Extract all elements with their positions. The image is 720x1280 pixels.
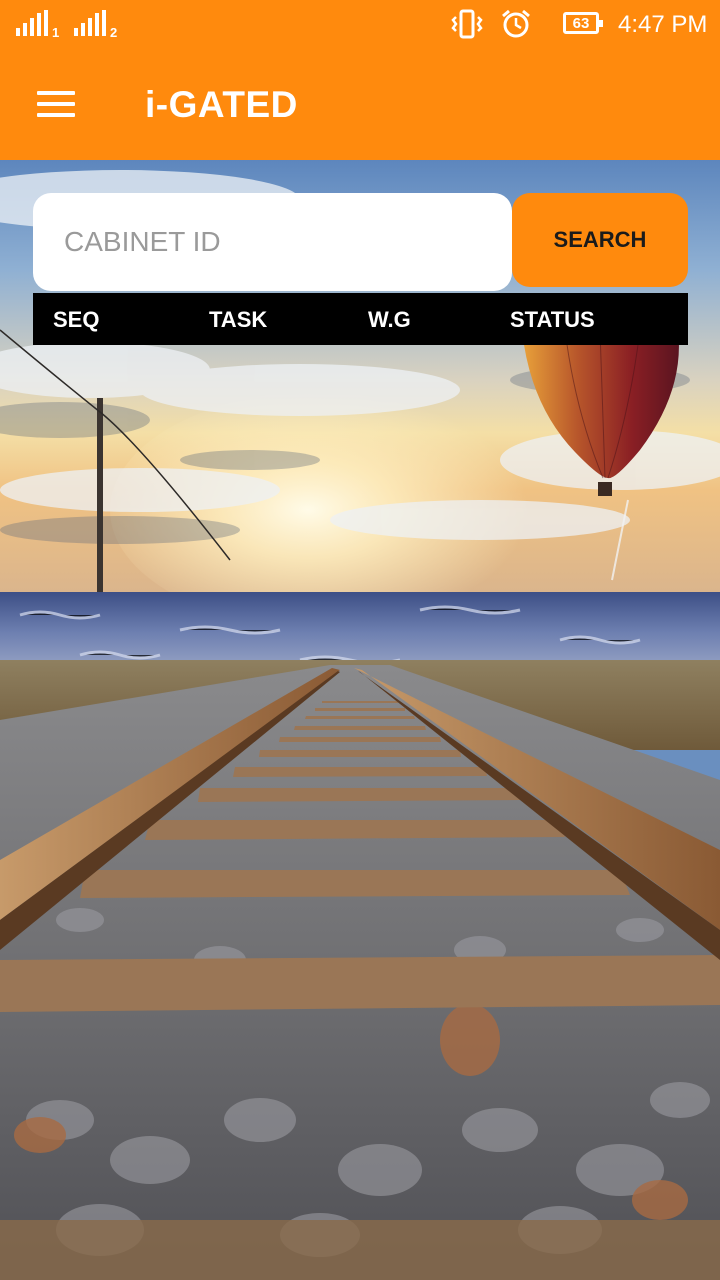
column-header-status: STATUS [510, 307, 595, 332]
status-time: 4:47 PM [618, 11, 708, 38]
battery-level: 63 [572, 14, 590, 32]
hamburger-menu-icon[interactable] [24, 78, 88, 130]
signal-sim2-icon: 2 [74, 10, 117, 40]
column-header-wg: W.G [368, 307, 411, 332]
signal-sim1-icon: 1 [16, 10, 59, 40]
column-header-seq: SEQ [53, 307, 100, 332]
alarm-icon [502, 9, 530, 38]
column-header-task: TASK [209, 307, 268, 332]
status-bar: 1 2 63 4:47 PM [0, 0, 720, 48]
sim1-label: 1 [52, 25, 60, 40]
vibrate-icon [451, 9, 483, 39]
table-header: SEQ TASK W.G STATUS [33, 293, 688, 345]
app-title: i-GATED [145, 84, 298, 125]
cabinet-id-input[interactable] [33, 193, 512, 291]
battery-icon: 63 [563, 12, 603, 34]
app-screen: 1 2 63 4:47 PM i-GATED CABINET ID SEARCH… [0, 0, 720, 1280]
search-button[interactable]: SEARCH [512, 193, 688, 287]
sim2-label: 2 [110, 25, 118, 40]
app-toolbar: i-GATED [0, 48, 720, 160]
